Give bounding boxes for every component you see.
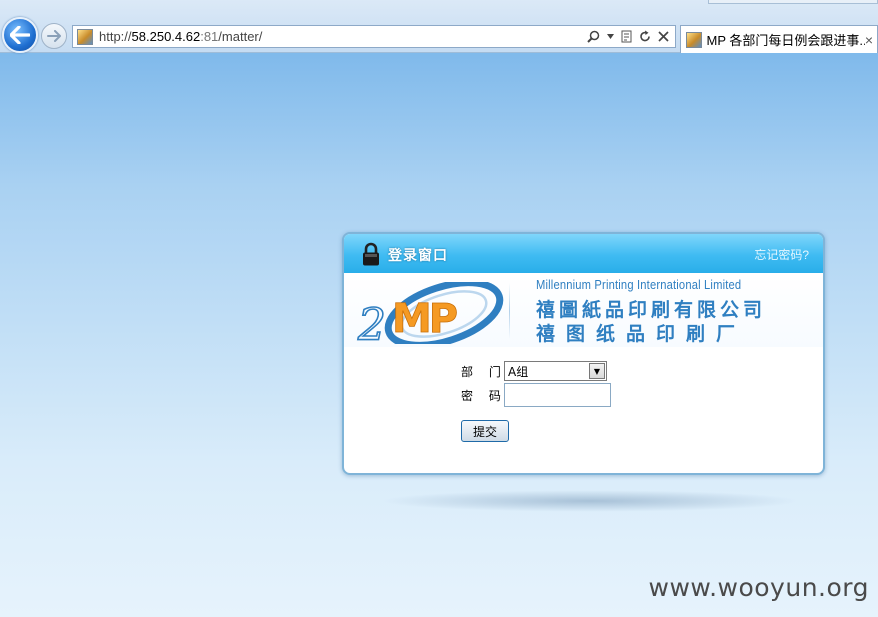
login-title: 登录窗口 (388, 247, 448, 263)
password-label: 密 码: (461, 388, 517, 403)
page-favicon-icon (77, 28, 93, 45)
company-logo: 2 MP (356, 282, 504, 344)
department-value: A组 (508, 364, 529, 379)
watermark-text: www.wooyun.org (648, 573, 869, 602)
refresh-icon[interactable] (639, 30, 651, 43)
company-name-simplified: 禧图纸品印刷厂 (536, 324, 747, 345)
banner-divider (509, 283, 510, 339)
company-name-english: Millennium Printing International Limite… (536, 277, 742, 292)
login-form: 部 门: A组 ▼ 密 码: 提交 (461, 360, 611, 442)
password-field[interactable] (504, 383, 611, 407)
forgot-password-link[interactable]: 忘记密码? (754, 246, 809, 263)
department-select[interactable]: A组 ▼ (504, 361, 607, 381)
tab-favicon-icon (686, 31, 702, 48)
forward-arrow-icon (47, 30, 61, 42)
company-banner: 2 MP Millennium Printing International L… (344, 273, 823, 347)
lock-icon (363, 242, 379, 266)
stop-icon[interactable] (658, 31, 669, 42)
department-label: 部 门: (461, 364, 517, 379)
tab-strip-edge (708, 0, 878, 4)
password-row: 密 码: (461, 383, 611, 407)
address-bar[interactable]: http://58.250.4.62:81/matter/ (72, 25, 676, 48)
address-url[interactable]: http://58.250.4.62:81/matter/ (99, 29, 262, 44)
search-icon[interactable] (587, 30, 600, 43)
svg-text:2: 2 (357, 300, 386, 344)
dropdown-icon[interactable] (607, 34, 614, 39)
login-panel: 登录窗口 忘记密码? 2 MP Millennium Printing Inte… (342, 232, 825, 475)
browser-chrome: http://58.250.4.62:81/matter/ MP 各部门每日例会… (0, 0, 878, 53)
chevron-down-icon[interactable]: ▼ (589, 363, 605, 379)
submit-button[interactable]: 提交 (461, 420, 509, 442)
back-arrow-icon (10, 26, 30, 44)
department-row: 部 门: A组 ▼ (461, 360, 611, 382)
tab-title: MP 各部门每日例会跟进事... (706, 33, 865, 48)
back-button[interactable] (2, 17, 38, 53)
tab-close-icon[interactable]: × (865, 32, 873, 48)
company-name-traditional: 禧圖紙品印刷有限公司 (536, 300, 767, 321)
svg-text:MP: MP (392, 296, 457, 342)
forward-button[interactable] (41, 23, 67, 49)
panel-shadow (380, 490, 800, 512)
login-header: 登录窗口 忘记密码? (344, 234, 823, 273)
compat-view-icon[interactable] (621, 30, 632, 43)
browser-tab[interactable]: MP 各部门每日例会跟进事... × (680, 25, 878, 53)
